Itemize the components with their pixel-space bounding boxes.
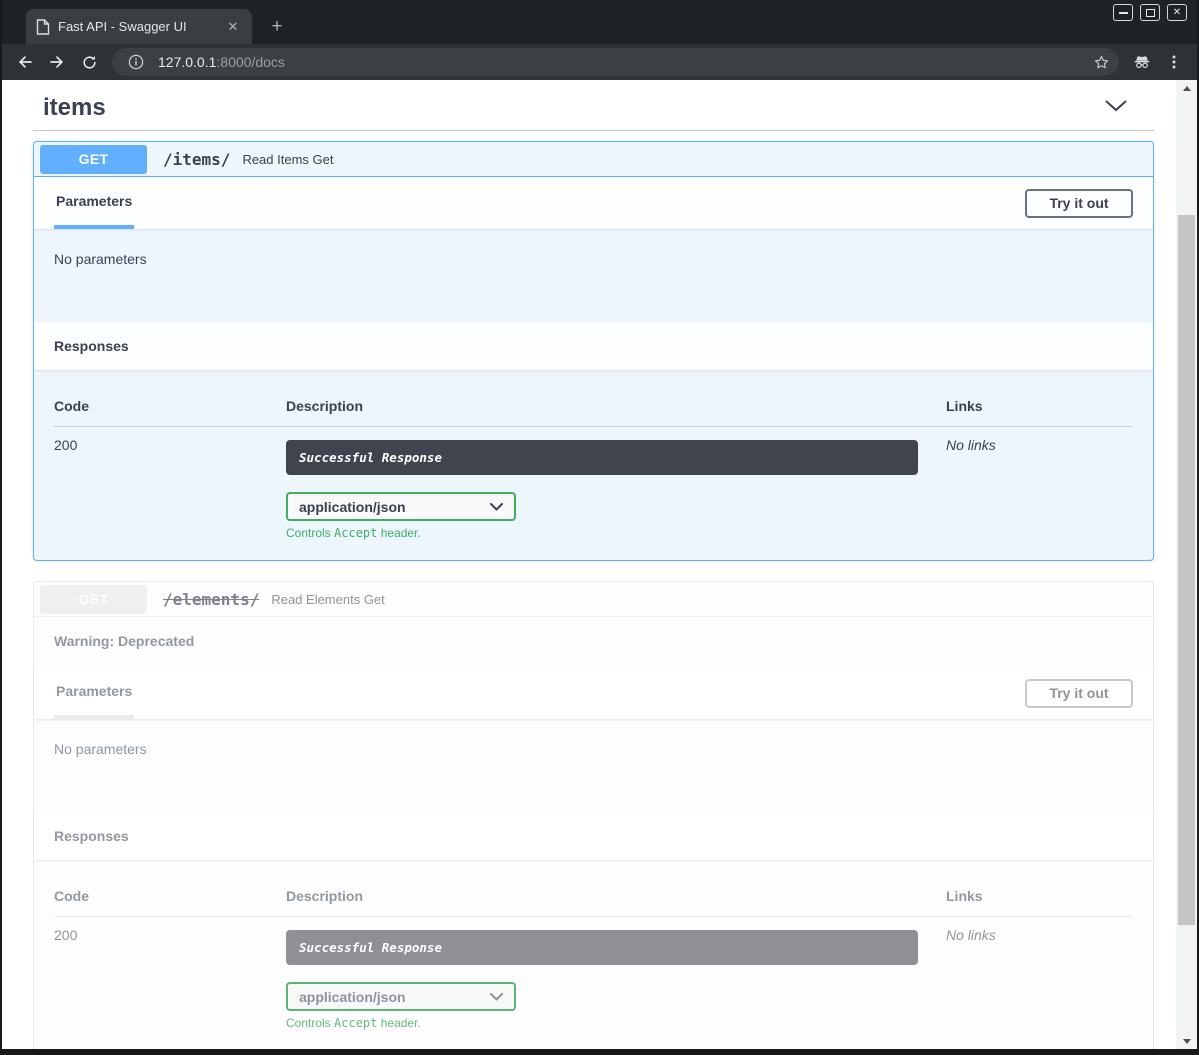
responses-title: Responses	[54, 338, 129, 354]
responses-table: Code Description Links 200 Successful Re…	[54, 880, 1133, 1030]
responses-header: Responses	[34, 812, 1153, 860]
opblock-get-items: GET /items/ Read Items Get Parameters Tr…	[33, 141, 1154, 561]
response-code: 200	[54, 917, 286, 1030]
parameters-header: Parameters Try it out	[34, 177, 1153, 229]
accept-code: Accept	[334, 526, 377, 540]
minimize-icon	[1119, 12, 1128, 14]
response-description: Successful Response	[286, 930, 918, 965]
back-icon	[16, 53, 34, 71]
page-scrollbar[interactable]	[1176, 80, 1197, 1049]
browser-tab[interactable]: Fast API - Swagger UI ✕	[26, 9, 252, 44]
try-it-out-button[interactable]: Try it out	[1025, 679, 1133, 708]
col-header-code: Code	[54, 880, 286, 917]
response-links: No links	[946, 427, 1133, 540]
deprecated-warning: Warning: Deprecated	[34, 617, 1153, 667]
star-icon	[1093, 54, 1110, 71]
col-header-description: Description	[286, 390, 946, 427]
url-path: :8000/docs	[216, 54, 285, 70]
col-header-links: Links	[946, 390, 1133, 427]
kebab-menu-icon	[1166, 54, 1182, 70]
browser-toolbar: 127.0.0.1:8000/docs	[2, 44, 1197, 80]
close-button[interactable]: ✕	[1167, 4, 1187, 21]
operation-summary: Read Elements Get	[271, 592, 384, 607]
page-favicon-icon	[36, 19, 50, 35]
browser-menu-button[interactable]	[1161, 49, 1187, 75]
col-header-code: Code	[54, 390, 286, 427]
scroll-up-icon	[1183, 86, 1191, 91]
responses-header: Responses	[34, 322, 1153, 370]
maximize-button[interactable]	[1140, 4, 1160, 21]
method-badge: GET	[40, 585, 147, 614]
col-header-links: Links	[946, 880, 1133, 917]
minimize-button[interactable]	[1113, 4, 1133, 21]
maximize-icon	[1146, 9, 1155, 17]
new-tab-button[interactable]: +	[264, 14, 290, 40]
scroll-down-icon	[1183, 1039, 1191, 1044]
opblock-summary[interactable]: GET /items/ Read Items Get	[34, 142, 1153, 177]
url-text: 127.0.0.1:8000/docs	[158, 54, 1089, 70]
select-chevron-icon	[490, 503, 503, 511]
responses-table: Code Description Links 200 Successful Re…	[54, 390, 1133, 540]
method-badge: GET	[40, 145, 147, 174]
site-info-icon[interactable]	[124, 50, 148, 74]
close-icon: ✕	[1173, 7, 1181, 18]
incognito-icon	[1132, 52, 1152, 72]
operation-path: /items/	[163, 150, 230, 169]
operation-path: /elements/	[163, 590, 259, 609]
media-type-select[interactable]: application/json	[286, 492, 516, 521]
accept-header-note: Controls Accept header.	[286, 526, 946, 540]
chevron-down-icon	[1104, 99, 1128, 113]
no-parameters-text: No parameters	[54, 741, 147, 757]
back-button[interactable]	[12, 49, 38, 75]
response-description-cell: Successful Response application/json Con…	[286, 427, 946, 540]
titlebar: Fast API - Swagger UI ✕ + ✕	[2, 0, 1197, 44]
try-it-out-button[interactable]: Try it out	[1025, 189, 1133, 218]
reload-button[interactable]	[76, 49, 102, 75]
window-controls: ✕	[1113, 4, 1187, 21]
no-parameters-text: No parameters	[54, 251, 147, 267]
forward-button[interactable]	[44, 49, 70, 75]
parameters-body: No parameters	[34, 229, 1153, 322]
reload-icon	[81, 54, 98, 71]
url-host: 127.0.0.1	[158, 54, 216, 70]
parameters-header: Parameters Try it out	[34, 667, 1153, 719]
incognito-badge	[1129, 49, 1155, 75]
collapse-section-button[interactable]	[1090, 95, 1142, 122]
tab-title: Fast API - Swagger UI	[58, 19, 216, 34]
tab-close-icon[interactable]: ✕	[224, 18, 242, 36]
scroll-down-button[interactable]	[1176, 1033, 1197, 1049]
media-type-select[interactable]: application/json	[286, 982, 516, 1011]
select-chevron-icon	[490, 993, 503, 1001]
browser-window: Fast API - Swagger UI ✕ + ✕ 127.0.0.1:80…	[0, 0, 1199, 1055]
swagger-ui: items GET /items/ Read Items Get Paramet…	[33, 80, 1154, 1049]
opblock-summary[interactable]: GET /elements/ Read Elements Get	[34, 582, 1153, 617]
tab-parameters[interactable]: Parameters	[54, 667, 134, 719]
parameters-body: No parameters	[34, 719, 1153, 812]
responses-body: Code Description Links 200 Successful Re…	[34, 370, 1153, 560]
response-description: Successful Response	[286, 440, 918, 475]
response-code: 200	[54, 427, 286, 540]
scroll-up-button[interactable]	[1176, 80, 1197, 96]
tag-title: items	[43, 94, 106, 122]
accept-header-note: Controls Accept header.	[286, 1016, 946, 1030]
bookmark-star-button[interactable]	[1089, 50, 1113, 74]
tag-section-header[interactable]: items	[33, 80, 1154, 131]
media-type-value: application/json	[299, 499, 406, 515]
media-type-value: application/json	[299, 989, 406, 1005]
accept-code: Accept	[334, 1016, 377, 1030]
scrollbar-thumb[interactable]	[1178, 215, 1195, 925]
address-bar[interactable]: 127.0.0.1:8000/docs	[112, 48, 1119, 76]
tab-parameters[interactable]: Parameters	[54, 177, 134, 229]
col-header-description: Description	[286, 880, 946, 917]
response-description-cell: Successful Response application/json Con…	[286, 917, 946, 1030]
forward-icon	[48, 53, 66, 71]
responses-title: Responses	[54, 828, 129, 844]
responses-body: Code Description Links 200 Successful Re…	[34, 860, 1153, 1049]
opblock-get-elements-deprecated: GET /elements/ Read Elements Get Warning…	[33, 581, 1154, 1049]
page-content: items GET /items/ Read Items Get Paramet…	[2, 80, 1197, 1049]
response-links: No links	[946, 917, 1133, 1030]
operation-summary: Read Items Get	[242, 152, 333, 167]
